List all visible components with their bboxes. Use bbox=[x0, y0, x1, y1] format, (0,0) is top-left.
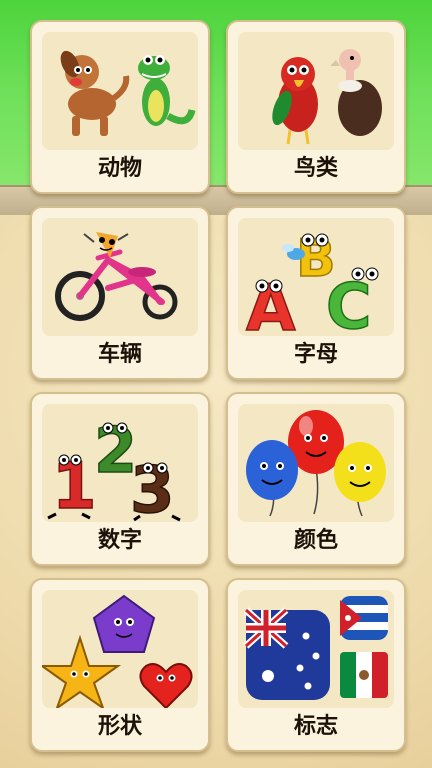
category-label: 字母 bbox=[293, 342, 338, 367]
category-card-shapes[interactable]: 形状 bbox=[30, 578, 210, 752]
animals-dog-crocodile-icon bbox=[42, 32, 198, 150]
colors-balloons-icon bbox=[238, 404, 394, 522]
category-card-numbers[interactable]: 2 1 3 数字 bbox=[30, 392, 210, 566]
category-label: 数字 bbox=[97, 528, 142, 553]
category-label: 标志 bbox=[293, 714, 338, 739]
category-label: 车辆 bbox=[97, 342, 142, 367]
category-card-letters[interactable]: B A C 字母 bbox=[226, 206, 406, 380]
category-label: 形状 bbox=[97, 714, 142, 739]
category-card-vehicles[interactable]: 车辆 bbox=[30, 206, 210, 380]
svg-text:3: 3 bbox=[130, 454, 175, 522]
category-label: 颜色 bbox=[293, 528, 338, 553]
svg-text:A: A bbox=[246, 272, 296, 336]
category-label: 动物 bbox=[97, 156, 142, 181]
category-card-colors[interactable]: 颜色 bbox=[226, 392, 406, 566]
shapes-star-pentagon-heart-icon bbox=[42, 590, 198, 708]
vehicle-tricycle-icon bbox=[42, 218, 198, 336]
flags-icon bbox=[238, 590, 394, 708]
category-label: 鸟类 bbox=[293, 156, 338, 181]
category-card-flags[interactable]: 标志 bbox=[226, 578, 406, 752]
letters-abc-icon: B A C bbox=[238, 218, 394, 336]
category-card-animals[interactable]: 动物 bbox=[30, 20, 210, 194]
birds-parrot-vulture-icon bbox=[238, 32, 394, 150]
category-card-birds[interactable]: 鸟类 bbox=[226, 20, 406, 194]
numbers-123-icon: 2 1 3 bbox=[42, 404, 198, 522]
svg-text:C: C bbox=[326, 270, 372, 336]
